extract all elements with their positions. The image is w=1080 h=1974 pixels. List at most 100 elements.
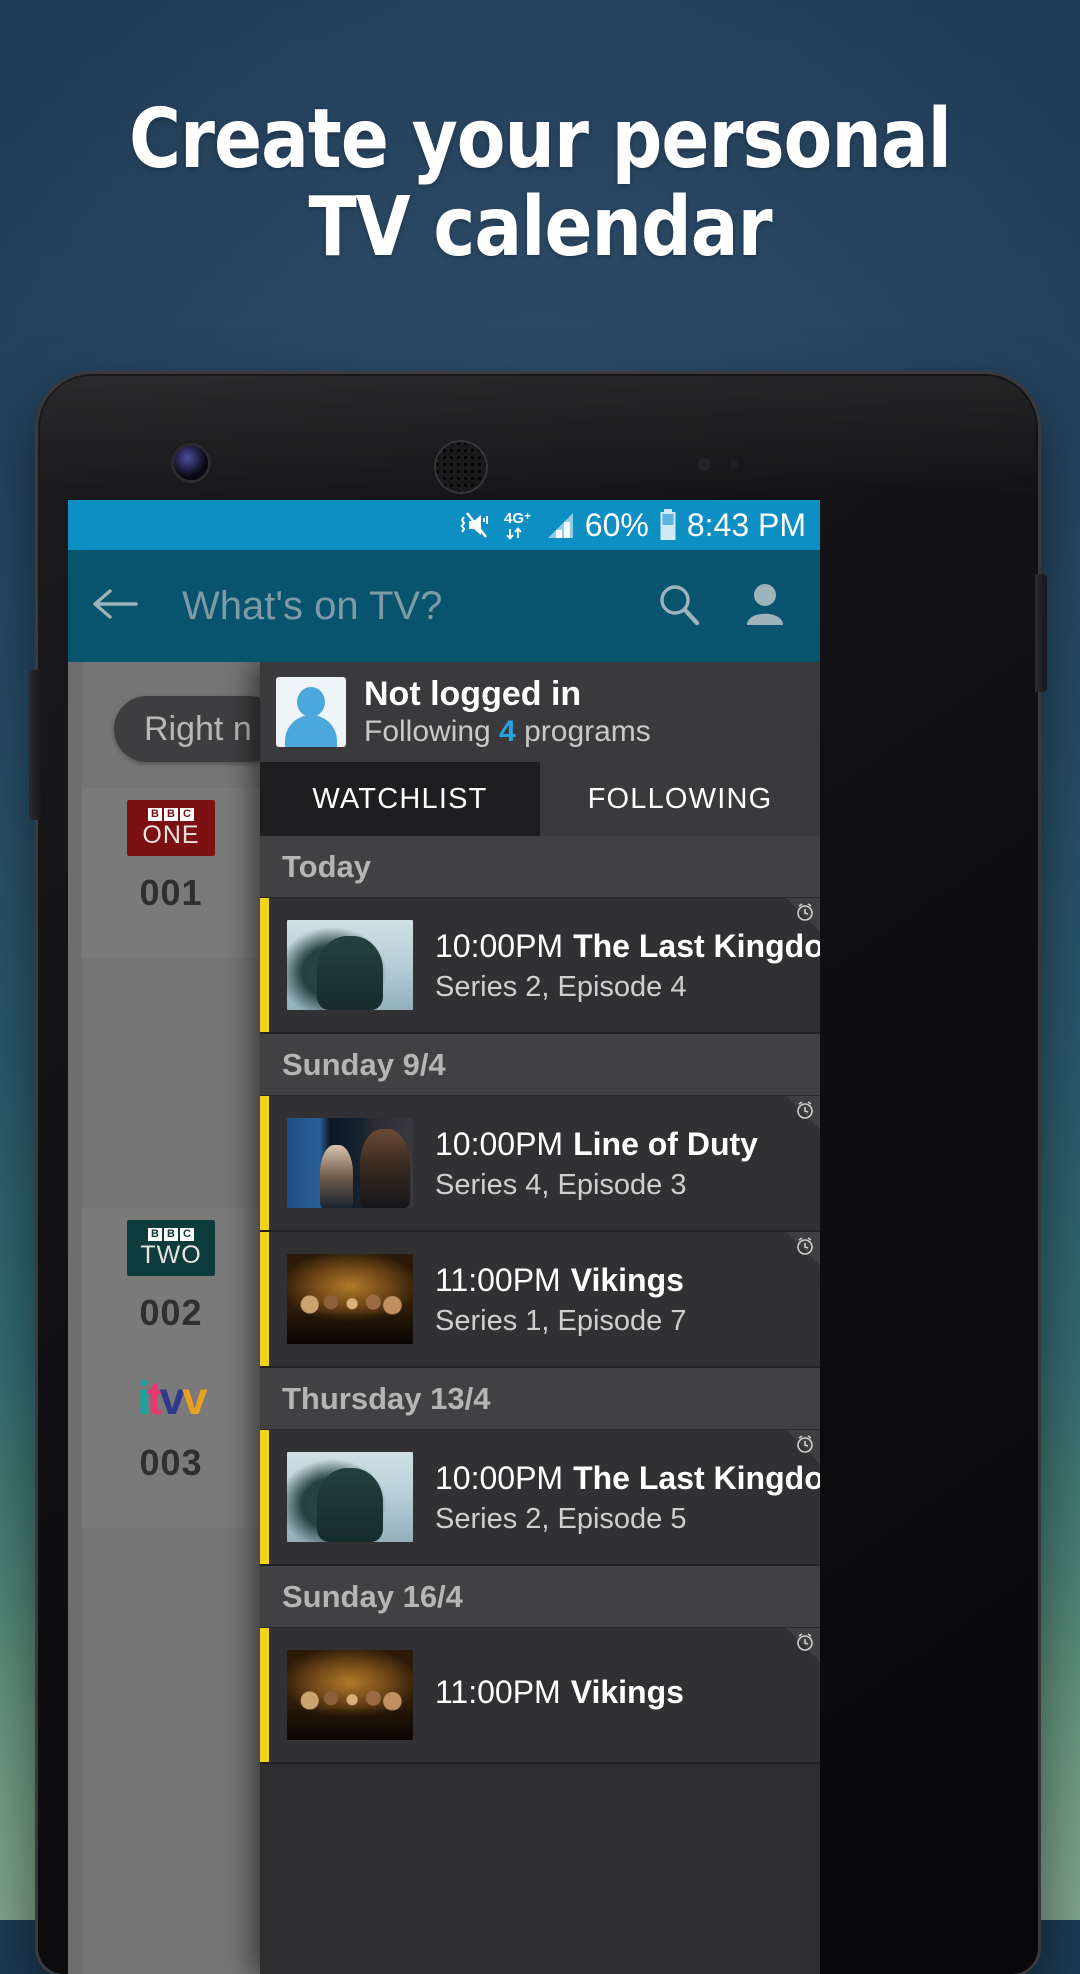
row-accent-bar xyxy=(260,898,269,1032)
program-time: 10:00PM xyxy=(435,1125,564,1162)
signal-bars-icon xyxy=(546,509,576,541)
bbc-letter: C xyxy=(180,808,194,821)
watchlist-list[interactable]: Today 10:00PMThe Last Kingdom Series 2, … xyxy=(260,836,820,1974)
4g-plus-icon: 4G + xyxy=(503,508,537,542)
bbc-letter: B xyxy=(148,808,162,821)
following-prefix: Following xyxy=(364,715,500,748)
phone-screen: 4G + 60% 8:43 PM What's on TV? B B C ONE… xyxy=(68,500,820,1974)
program-row[interactable]: 10:00PM Line of Duty Series 4, Episode 3 xyxy=(260,1096,820,1232)
battery-icon xyxy=(658,508,678,542)
program-thumbnail xyxy=(287,920,413,1010)
channel-word: ONE xyxy=(142,821,200,849)
row-accent-bar xyxy=(260,1096,269,1230)
row-accent-bar xyxy=(260,1232,269,1366)
drawer-account-header[interactable]: Not logged in Following 4 programs xyxy=(260,662,820,762)
svg-text:+: + xyxy=(524,509,531,523)
channel-cell-itv[interactable]: itvv 003 xyxy=(82,1358,260,1528)
program-detail: Series 2, Episode 5 xyxy=(435,1502,687,1535)
headline-line-2: TV calendar xyxy=(308,180,772,275)
vibrate-mute-icon xyxy=(460,510,494,540)
program-thumbnail xyxy=(287,1452,413,1542)
channel-number: 002 xyxy=(139,1292,203,1333)
program-title: Vikings xyxy=(570,1674,684,1710)
alarm-clock-icon[interactable] xyxy=(786,1628,820,1662)
program-detail: Series 1, Episode 7 xyxy=(435,1304,687,1337)
right-now-pill-button[interactable]: Right n xyxy=(114,696,282,762)
program-headline: 11:00PM Vikings xyxy=(435,1261,820,1299)
program-detail: Series 4, Episode 3 xyxy=(435,1168,687,1201)
phone-volume-button xyxy=(29,670,41,820)
program-text: 10:00PMThe Last Kingdom Series 2, Episod… xyxy=(435,927,820,1004)
program-time: 11:00PM xyxy=(435,1261,561,1298)
program-row[interactable]: 10:00PMThe Last Kingdom Series 2, Episod… xyxy=(260,1430,820,1566)
back-arrow-icon[interactable] xyxy=(90,584,140,629)
drawer-tabs: WATCHLIST FOLLOWING xyxy=(260,762,820,836)
bbc-letter: B xyxy=(148,1228,162,1241)
alarm-clock-icon[interactable] xyxy=(786,1232,820,1266)
alarm-clock-icon[interactable] xyxy=(786,1096,820,1130)
channel-word: TWO xyxy=(140,1241,202,1269)
account-name: Not logged in xyxy=(364,675,582,713)
navigation-drawer: Not logged in Following 4 programs WATCH… xyxy=(260,662,820,1974)
program-row[interactable]: 11:00PM Vikings xyxy=(260,1628,820,1764)
program-headline: 11:00PM Vikings xyxy=(435,1673,820,1711)
following-suffix: programs xyxy=(515,715,651,748)
channel-cell-bbc-two[interactable]: B B C TWO 002 xyxy=(82,1208,260,1378)
tab-watchlist[interactable]: WATCHLIST xyxy=(260,762,540,836)
promo-headline: Create your personal TV calendar xyxy=(0,96,1080,272)
account-text-block: Not logged in Following 4 programs xyxy=(364,675,651,749)
channel-rail: B B C ONE 001 B B C TWO 002 itvv 003 xyxy=(68,662,260,1974)
toolbar-actions xyxy=(656,581,798,632)
proximity-sensor-icon xyxy=(698,458,711,471)
program-headline: 10:00PM Line of Duty xyxy=(435,1125,820,1163)
account-icon[interactable] xyxy=(744,581,786,632)
bbc-one-logo: B B C ONE xyxy=(127,800,215,856)
bbc-letter: B xyxy=(164,1228,178,1241)
phone-mockup: 4G + 60% 8:43 PM What's on TV? B B C ONE… xyxy=(29,374,1047,1974)
bbc-letter: B xyxy=(164,808,178,821)
channel-cell-bbc-one[interactable]: B B C ONE 001 xyxy=(82,788,260,958)
channel-number: 001 xyxy=(139,872,203,913)
row-accent-bar xyxy=(260,1628,269,1762)
program-detail: Series 2, Episode 4 xyxy=(435,970,687,1003)
day-header: Thursday 13/4 xyxy=(260,1368,820,1430)
alarm-clock-icon[interactable] xyxy=(786,898,820,932)
program-thumbnail xyxy=(287,1118,413,1208)
day-header: Sunday 16/4 xyxy=(260,1566,820,1628)
program-text: 11:00PM Vikings Series 1, Episode 7 xyxy=(435,1261,820,1338)
following-count: 4 xyxy=(499,715,516,748)
light-sensor-icon xyxy=(730,460,738,468)
program-row[interactable]: 11:00PM Vikings Series 1, Episode 7 xyxy=(260,1232,820,1368)
battery-percent-label: 60% xyxy=(584,507,649,543)
avatar xyxy=(276,677,346,747)
program-row[interactable]: 10:00PMThe Last Kingdom Series 2, Episod… xyxy=(260,898,820,1034)
program-title: The Last Kingdom xyxy=(573,1459,820,1496)
page-title: What's on TV? xyxy=(182,583,443,628)
program-time: 11:00PM xyxy=(435,1674,561,1710)
program-title: The Last Kingdom xyxy=(573,927,820,964)
program-headline: 10:00PMThe Last Kingdom xyxy=(435,927,820,965)
program-time: 10:00PM xyxy=(435,1459,564,1496)
row-accent-bar xyxy=(260,1430,269,1564)
bbc-two-logo: B B C TWO xyxy=(127,1220,215,1276)
following-summary: Following 4 programs xyxy=(364,715,651,749)
day-header: Sunday 9/4 xyxy=(260,1034,820,1096)
bbc-letter: C xyxy=(180,1228,194,1241)
tab-following[interactable]: FOLLOWING xyxy=(540,762,820,836)
front-camera-icon xyxy=(174,446,208,480)
phone-power-button xyxy=(1035,574,1047,692)
app-toolbar: What's on TV? xyxy=(68,550,820,662)
program-title: Vikings xyxy=(570,1261,684,1298)
search-icon[interactable] xyxy=(656,581,702,632)
program-text: 11:00PM Vikings xyxy=(435,1673,820,1717)
headline-line-1: Create your personal xyxy=(129,92,952,187)
day-header: Today xyxy=(260,836,820,898)
program-thumbnail xyxy=(287,1254,413,1344)
status-bar: 4G + 60% 8:43 PM xyxy=(68,500,820,550)
program-title: Line of Duty xyxy=(573,1125,758,1162)
alarm-clock-icon[interactable] xyxy=(786,1430,820,1464)
itv-logo-text: itvv xyxy=(137,1372,207,1424)
earpiece-speaker-icon xyxy=(434,440,488,494)
channel-number: 003 xyxy=(139,1442,203,1483)
program-text: 10:00PMThe Last Kingdom Series 2, Episod… xyxy=(435,1459,820,1536)
